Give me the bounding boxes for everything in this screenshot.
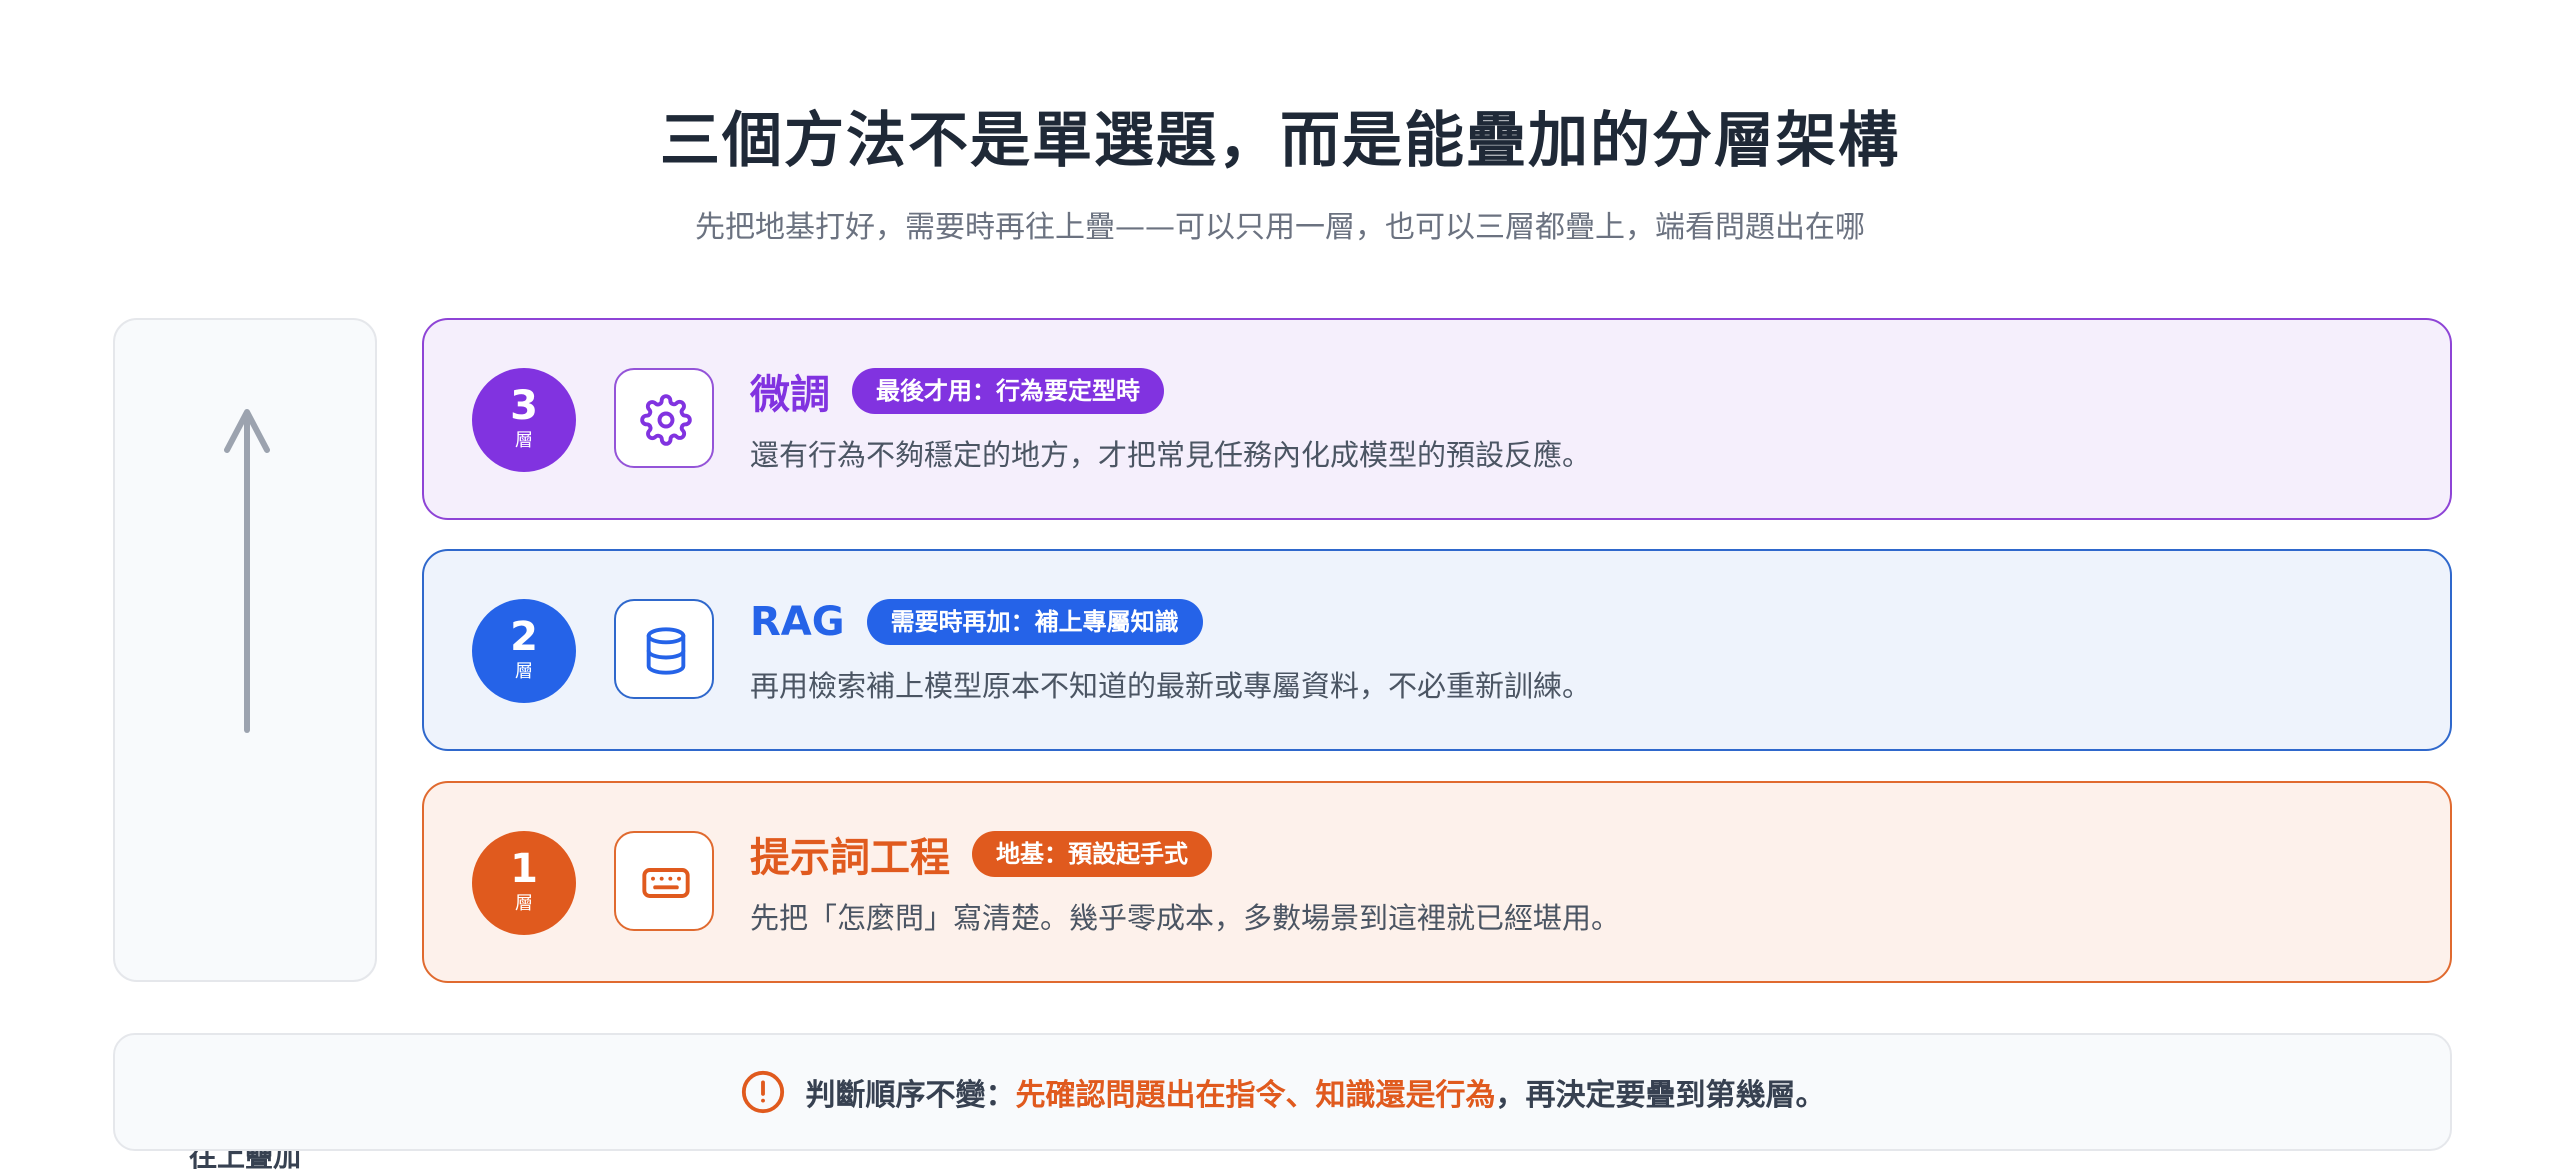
layer-name: RAG bbox=[750, 599, 845, 645]
layer-description: 再用檢索補上模型原本不知道的最新或專屬資料，不必重新訓練。 bbox=[750, 669, 1592, 703]
database-icon bbox=[646, 627, 686, 675]
layer-tag: 最後才用：行為要定型時 bbox=[852, 368, 1164, 414]
layer-heading: RAG 需要時再加：補上專屬知識 bbox=[750, 595, 1203, 649]
layer-number: 3 bbox=[510, 383, 538, 429]
decision-note: 判斷順序不變：先確認問題出在指令、知識還是行為，再決定要疊到第幾層。 bbox=[113, 1033, 2452, 1151]
layer-2-rag: 2 層 RAG 需要時再加：補上專屬知識 再用檢索補上模型原本不知道的最新或專屬… bbox=[422, 549, 2452, 751]
decision-note-text: 判斷順序不變：先確認問題出在指令、知識還是行為，再決定要疊到第幾層。 bbox=[806, 1070, 1826, 1114]
layer-heading: 提示詞工程 地基：預設起手式 bbox=[750, 827, 1212, 881]
arrow-up-icon bbox=[224, 409, 270, 733]
layer-description: 還有行為不夠穩定的地方，才把常見任務內化成模型的預設反應。 bbox=[750, 438, 1592, 472]
layer-number: 1 bbox=[510, 846, 538, 892]
note-suffix: ，再決定要疊到第幾層。 bbox=[1495, 1078, 1826, 1113]
layer-tag: 需要時再加：補上專屬知識 bbox=[866, 599, 1203, 645]
layer-icon-box bbox=[614, 368, 714, 468]
layer-description: 先把「怎麼問」寫清楚。幾乎零成本，多數場景到這裡就已經堪用。 bbox=[750, 901, 1621, 935]
layer-3-fine-tuning: 3 層 微調 最後才用：行為要定型時 還有行為不夠穩定的地方，才把常見任務內化成… bbox=[422, 318, 2452, 520]
layer-heading: 微調 最後才用：行為要定型時 bbox=[750, 364, 1164, 418]
layer-unit: 層 bbox=[515, 430, 533, 451]
layer-name: 微調 bbox=[750, 372, 830, 418]
note-highlight: 先確認問題出在指令、知識還是行為 bbox=[1015, 1078, 1496, 1113]
layer-unit: 層 bbox=[515, 661, 533, 682]
layer-name: 提示詞工程 bbox=[750, 835, 950, 881]
note-prefix: 判斷順序不變： bbox=[805, 1078, 1016, 1113]
page-title: 三個方法不是單選題，而是能疊加的分層架構 bbox=[660, 106, 1900, 176]
layer-icon-box bbox=[614, 599, 714, 699]
stacking-direction-panel: 按需 往上疊加 bbox=[113, 318, 377, 1172]
layer-tag: 地基：預設起手式 bbox=[972, 831, 1212, 877]
keyboard-icon bbox=[642, 868, 690, 898]
gear-icon bbox=[640, 394, 692, 446]
alert-icon bbox=[741, 1070, 784, 1114]
layer-number-badge: 3 層 bbox=[472, 368, 576, 472]
layer-number-badge: 1 層 bbox=[472, 831, 576, 935]
layer-number: 2 bbox=[510, 614, 538, 660]
layer-1-prompt-engineering: 1 層 提示詞工程 地基：預設起手式 先把「怎麼問」寫清楚。幾乎零成本，多數場景… bbox=[422, 781, 2452, 983]
layer-unit: 層 bbox=[515, 893, 533, 914]
layer-icon-box bbox=[614, 831, 714, 931]
layer-number-badge: 2 層 bbox=[472, 599, 576, 703]
page-subtitle: 先把地基打好，需要時再往上疊——可以只用一層，也可以三層都疊上，端看問題出在哪 bbox=[695, 210, 1865, 245]
